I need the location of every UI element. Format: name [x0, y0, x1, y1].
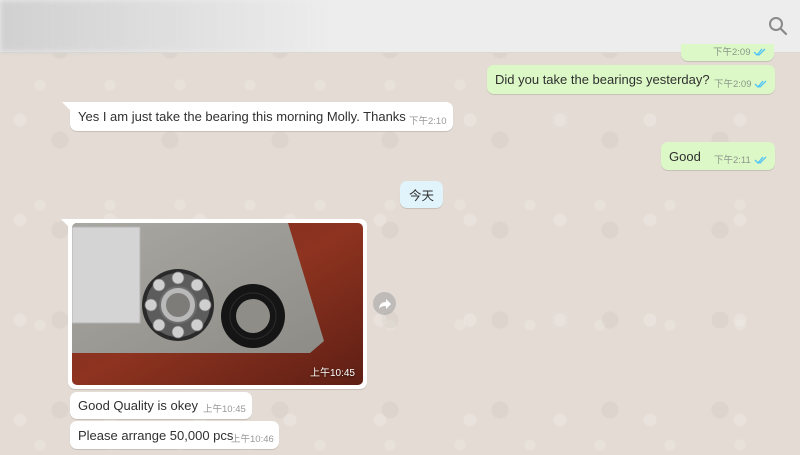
message-text: Good Quality is okey	[78, 398, 198, 413]
message-text: Good	[669, 149, 701, 164]
forward-icon	[378, 298, 391, 309]
photo-message-bubble[interactable]: 上午10:45	[68, 219, 367, 389]
search-icon[interactable]	[768, 16, 788, 36]
message-time: 下午2:09	[714, 79, 752, 90]
bubble-tail	[62, 102, 70, 110]
message-text: Please arrange 50,000 pcs	[78, 428, 234, 443]
message-bubble-incoming[interactable]: Good Quality is okey 上午10:45	[70, 392, 252, 419]
message-time: 下午2:11	[714, 155, 751, 166]
read-ticks-icon	[754, 156, 767, 164]
message-text: Yes I am just take the bearing this morn…	[78, 109, 406, 124]
message-bubble-outgoing-partial[interactable]: 下午2:09	[681, 44, 774, 61]
message-bubble-outgoing[interactable]: Did you take the bearings yesterday? 下午2…	[487, 65, 775, 94]
chat-header	[0, 0, 800, 53]
read-ticks-icon	[754, 80, 767, 88]
photo-time: 上午10:45	[309, 368, 355, 379]
message-time: 上午10:46	[231, 434, 274, 445]
date-divider: 今天	[400, 181, 443, 208]
message-bubble-outgoing[interactable]: Good 下午2:11	[661, 142, 775, 170]
message-time: 上午10:45	[203, 404, 246, 415]
message-bubble-incoming[interactable]: Please arrange 50,000 pcs 上午10:46	[70, 421, 279, 449]
message-time: 下午2:09	[713, 47, 751, 58]
forward-button[interactable]	[373, 292, 396, 315]
bearing-photo[interactable]: 上午10:45	[72, 223, 363, 385]
read-ticks-icon	[753, 48, 766, 56]
message-time: 下午2:10	[409, 116, 447, 127]
message-bubble-incoming[interactable]: Yes I am just take the bearing this morn…	[70, 102, 453, 131]
message-text: Did you take the bearings yesterday?	[495, 72, 710, 87]
blurred-contact-area	[0, 0, 330, 52]
